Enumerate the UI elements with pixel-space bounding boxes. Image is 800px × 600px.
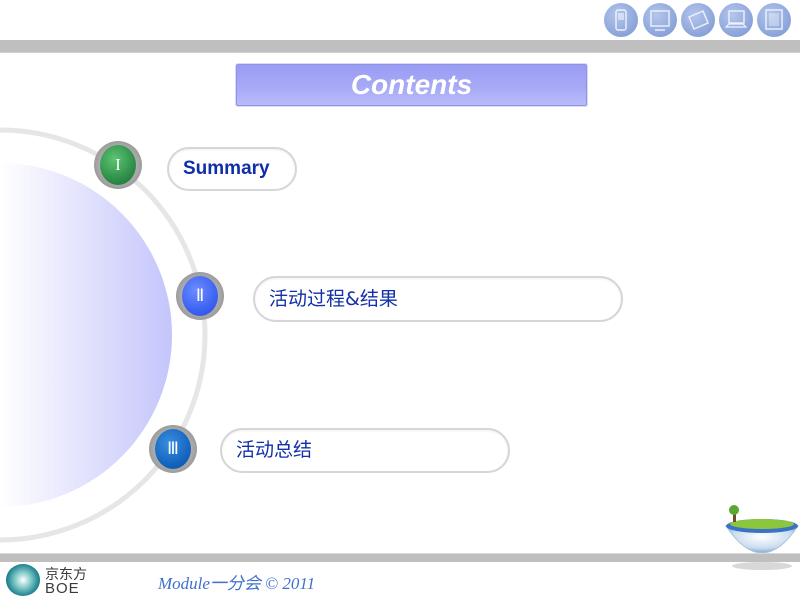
section-item-summary-cn[interactable]: 活动总结 [220,428,510,473]
footer-copyright: Module一分会 © 2011 [158,574,316,593]
section-numeral-2: Ⅱ [182,276,218,316]
section-label-1: Summary [183,158,270,179]
section-badge-1: I [94,141,142,189]
boe-logo-icon [6,564,40,596]
half-circle-fill [0,163,172,507]
section-item-process-results[interactable]: 活动过程&结果 [253,276,623,322]
section-badge-3: Ⅲ [149,425,197,473]
tablet-icon [681,3,715,37]
page-title: Contents [350,69,473,100]
section-label-3: 活动总结 [236,439,313,461]
bottom-divider-bar [0,553,800,562]
contents-title-box: Contents [236,64,587,106]
monitor-icon [643,3,677,37]
section-item-summary[interactable]: Summary [167,147,297,191]
mobile-phone-icon [604,3,638,37]
display-panel-icon [757,3,791,37]
section-badge-2: Ⅱ [176,272,224,320]
section-label-2: 活动过程&结果 [269,288,398,310]
logo-text-en: BOE [45,580,80,597]
section-numeral-3: Ⅲ [155,429,191,469]
section-numeral-1: I [100,145,136,185]
top-divider-bar [0,40,800,53]
laptop-icon [719,3,753,37]
